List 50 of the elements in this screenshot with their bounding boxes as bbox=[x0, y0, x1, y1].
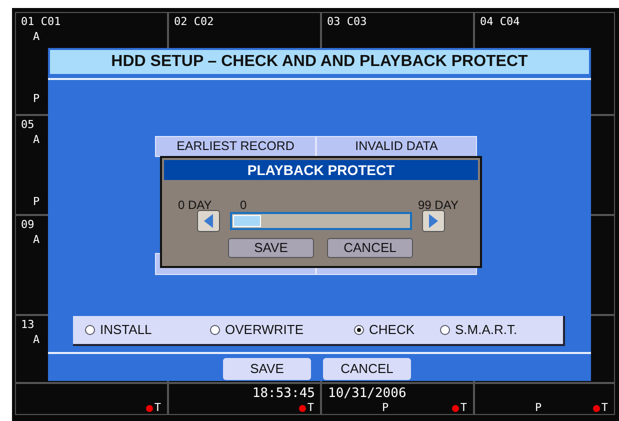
cancel-button[interactable]: CANCEL bbox=[327, 238, 413, 258]
time-text: 18:53:45 bbox=[252, 387, 315, 402]
radio-button[interactable] bbox=[440, 325, 450, 335]
channel-label: 01 C01 bbox=[21, 16, 61, 28]
mode-mark: P bbox=[535, 402, 542, 414]
record-dot-icon bbox=[146, 404, 154, 412]
record-dot-icon bbox=[593, 404, 600, 412]
radio-label[interactable]: S.M.A.R.T. bbox=[455, 320, 518, 340]
save-button[interactable]: SAVE bbox=[223, 358, 311, 380]
mode-mark: P bbox=[382, 402, 389, 414]
record-dot-icon bbox=[299, 404, 306, 412]
save-button[interactable]: SAVE bbox=[228, 238, 314, 258]
radio-label[interactable]: CHECK bbox=[369, 320, 415, 340]
slider-track[interactable] bbox=[230, 212, 412, 230]
radio-label[interactable]: INSTALL bbox=[100, 320, 152, 340]
column-header: EARLIEST RECORD bbox=[155, 136, 316, 157]
radio-button[interactable] bbox=[85, 325, 95, 335]
record-mark: T bbox=[601, 402, 608, 414]
column-header: INVALID DATA bbox=[316, 136, 477, 157]
channel-label: 02 C02 bbox=[174, 16, 214, 28]
radio-label[interactable]: OVERWRITE bbox=[225, 320, 304, 340]
record-mark: T bbox=[460, 402, 467, 414]
channel-mark: A bbox=[33, 134, 40, 146]
channel-label: 04 C04 bbox=[480, 16, 520, 28]
channel-label: 03 C03 bbox=[327, 16, 367, 28]
dialog-title: HDD SETUP – CHECK AND AND PLAYBACK PROTECT bbox=[50, 50, 589, 74]
left-triangle-icon bbox=[204, 214, 213, 228]
record-mark: T bbox=[154, 402, 161, 414]
channel-mark: A bbox=[33, 234, 40, 246]
channel-mark: P bbox=[33, 196, 40, 208]
popup-title: PLAYBACK PROTECT bbox=[164, 160, 478, 180]
channel-label: 13 bbox=[21, 319, 34, 332]
radio-button[interactable] bbox=[210, 325, 220, 335]
right-triangle-icon bbox=[429, 214, 438, 228]
left-arrow-button[interactable] bbox=[197, 210, 220, 232]
value-label: 0 bbox=[240, 197, 247, 214]
channel-label: 09 bbox=[21, 219, 34, 232]
record-dot-icon bbox=[452, 404, 460, 412]
channel-mark: P bbox=[33, 93, 40, 106]
min-label: 0 DAY bbox=[178, 197, 212, 214]
channel-mark: A bbox=[33, 31, 40, 44]
record-mark: T bbox=[307, 402, 314, 414]
channel-mark: A bbox=[33, 334, 40, 346]
right-arrow-button[interactable] bbox=[422, 210, 445, 232]
radio-button[interactable] bbox=[354, 325, 364, 335]
max-label: 99 DAY bbox=[418, 197, 458, 214]
channel-label: 05 bbox=[21, 119, 34, 132]
date-text: 10/31/2006 bbox=[328, 387, 406, 402]
slider-thumb[interactable] bbox=[233, 215, 261, 227]
cancel-button[interactable]: CANCEL bbox=[323, 358, 411, 380]
